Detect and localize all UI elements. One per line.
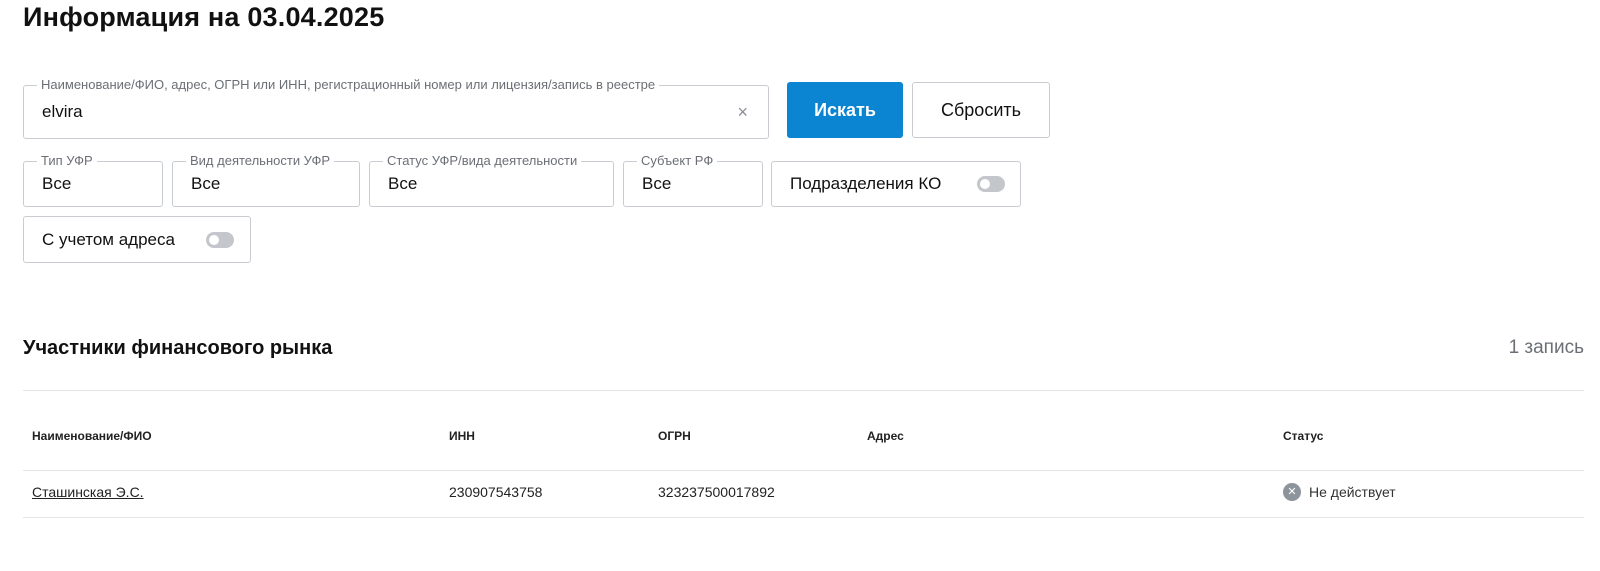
participant-name-link[interactable]: Сташинская Э.С. <box>32 484 144 500</box>
filter-activity-legend: Вид деятельности УФР <box>186 153 335 169</box>
results-title: Участники финансового рынка <box>23 337 333 359</box>
ko-divisions-toggle-box[interactable]: Подразделения КО <box>771 161 1021 207</box>
status-inactive-icon: ✕ <box>1283 483 1301 501</box>
section-divider <box>23 390 1584 391</box>
clear-icon[interactable]: × <box>737 103 748 121</box>
search-button[interactable]: Искать <box>787 82 903 138</box>
reset-button[interactable]: Сбросить <box>912 82 1050 138</box>
column-header-status: Статус <box>1283 429 1324 443</box>
filter-region-legend: Субъект РФ <box>637 153 718 169</box>
column-header-inn: ИНН <box>449 429 475 443</box>
column-header-address: Адрес <box>867 429 904 443</box>
table-row-divider <box>23 517 1584 518</box>
with-address-toggle[interactable] <box>206 232 234 248</box>
record-count: 1 запись <box>1508 337 1584 358</box>
search-field[interactable]: Наименование/ФИО, адрес, ОГРН или ИНН, р… <box>23 77 769 139</box>
ko-divisions-toggle[interactable] <box>977 176 1005 192</box>
filter-activity-select[interactable]: Вид деятельности УФР Все <box>172 153 360 207</box>
column-header-name: Наименование/ФИО <box>32 429 152 443</box>
filter-type-select[interactable]: Тип УФР Все <box>23 153 163 207</box>
filter-type-legend: Тип УФР <box>37 153 97 169</box>
with-address-toggle-box[interactable]: С учетом адреса <box>23 216 251 263</box>
page-title: Информация на 03.04.2025 <box>23 2 385 32</box>
status-label: Не действует <box>1309 484 1396 500</box>
with-address-label: С учетом адреса <box>42 229 175 249</box>
filter-type-value: Все <box>42 174 72 193</box>
ogrn-value: 323237500017892 <box>658 484 775 500</box>
filter-region-value: Все <box>642 174 672 193</box>
column-header-ogrn: ОГРН <box>658 429 691 443</box>
search-input[interactable] <box>42 102 722 122</box>
search-field-legend: Наименование/ФИО, адрес, ОГРН или ИНН, р… <box>37 77 660 93</box>
table-header-divider <box>23 470 1584 471</box>
filter-region-select[interactable]: Субъект РФ Все <box>623 153 763 207</box>
filter-status-legend: Статус УФР/вида деятельности <box>383 153 582 169</box>
ko-divisions-label: Подразделения КО <box>790 174 942 193</box>
status-cell: ✕ Не действует <box>1283 483 1396 501</box>
inn-value: 230907543758 <box>449 484 543 500</box>
filter-activity-value: Все <box>191 174 221 193</box>
filter-status-select[interactable]: Статус УФР/вида деятельности Все <box>369 153 614 207</box>
filter-status-value: Все <box>388 174 418 193</box>
